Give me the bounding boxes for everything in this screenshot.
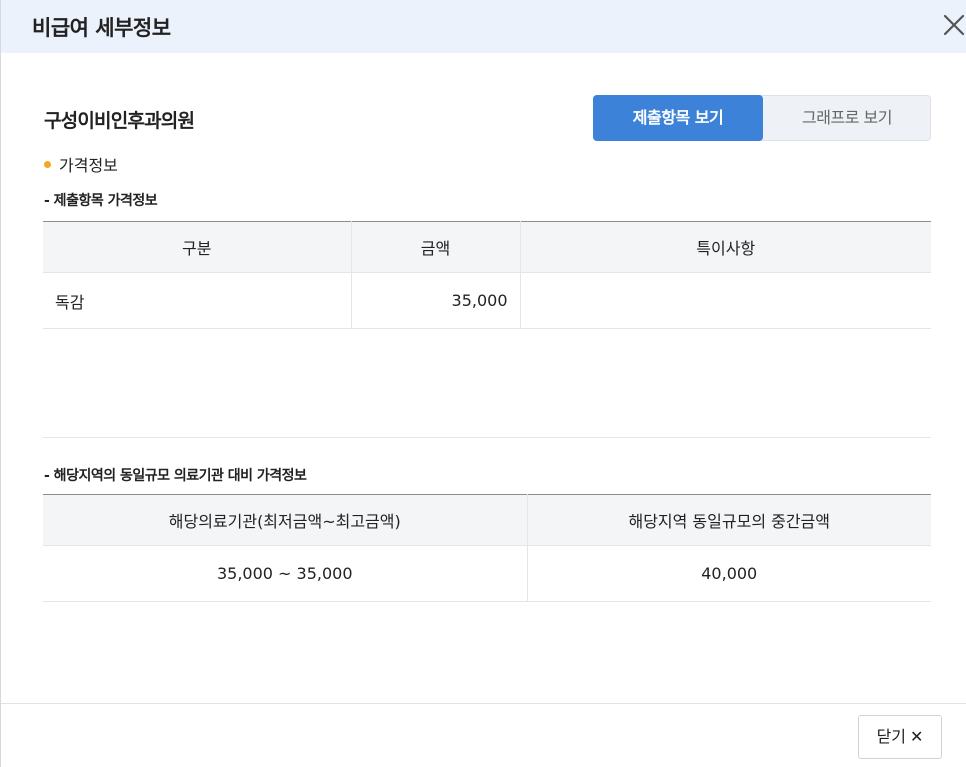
price-info-heading: 가격정보 bbox=[44, 152, 118, 176]
close-button-label: 닫기 bbox=[876, 727, 907, 746]
section-divider bbox=[43, 437, 931, 438]
amount-cell: 35,000 bbox=[350, 272, 520, 329]
table-row: 35,000 ~ 35,000 40,000 bbox=[43, 545, 931, 602]
col-median-header: 해당지역 동일규모의 중간금액 bbox=[526, 494, 931, 546]
modal-header: 비급여 세부정보 bbox=[1, 0, 966, 53]
submitted-view-button[interactable]: 제출항목 보기 bbox=[593, 95, 763, 141]
close-x-icon: ✕ bbox=[910, 727, 924, 746]
col-note-header: 특이사항 bbox=[519, 221, 931, 273]
regional-subtitle: - 해당지역의 동일규모 의료기관 대비 가격정보 bbox=[44, 468, 307, 484]
close-button[interactable]: 닫기 ✕ bbox=[858, 715, 942, 759]
col-range-header: 해당의료기관(최저금액~최고금액) bbox=[43, 494, 527, 546]
close-icon[interactable] bbox=[941, 12, 966, 38]
col-amount-header: 금액 bbox=[350, 221, 520, 273]
col-category-header: 구분 bbox=[43, 221, 351, 273]
range-cell: 35,000 ~ 35,000 bbox=[43, 545, 527, 602]
bullet-icon bbox=[44, 161, 51, 168]
footer-divider bbox=[1, 703, 966, 704]
regional-price-table: 해당의료기관(최저금액~최고금액) 해당지역 동일규모의 중간금액 35,000… bbox=[43, 494, 931, 602]
view-toggle: 제출항목 보기 그래프로 보기 bbox=[593, 95, 931, 141]
submitted-subtitle: - 제출항목 가격정보 bbox=[44, 193, 158, 209]
graph-view-button[interactable]: 그래프로 보기 bbox=[763, 95, 931, 141]
price-info-label: 가격정보 bbox=[59, 156, 118, 175]
table-row: 독감 35,000 bbox=[43, 272, 931, 329]
note-cell bbox=[519, 272, 931, 329]
table-header-row: 해당의료기관(최저금액~최고금액) 해당지역 동일규모의 중간금액 bbox=[43, 494, 931, 546]
submitted-price-table: 구분 금액 특이사항 독감 35,000 bbox=[43, 221, 931, 329]
median-cell: 40,000 bbox=[526, 545, 931, 602]
hospital-name: 구성이비인후과의원 bbox=[44, 110, 195, 132]
modal-title: 비급여 세부정보 bbox=[32, 16, 171, 40]
detail-modal: 비급여 세부정보 구성이비인후과의원 제출항목 보기 그래프로 보기 가격정보 … bbox=[0, 0, 966, 767]
table-header-row: 구분 금액 특이사항 bbox=[43, 221, 931, 273]
category-cell: 독감 bbox=[43, 272, 351, 329]
